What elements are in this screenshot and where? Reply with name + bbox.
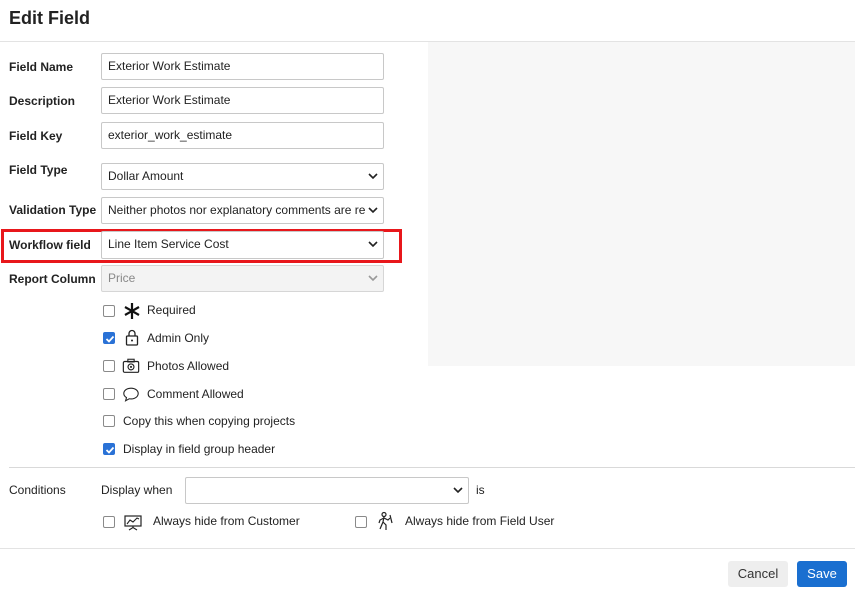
hide-customer-label: Always hide from Customer [153,514,300,528]
chevron-down-icon [368,275,378,282]
worker-icon [378,511,393,530]
display-in-header-label: Display in field group header [123,442,276,456]
report-column-select[interactable]: Price [101,265,384,292]
workflow-field-label: Workflow field [9,238,91,252]
field-type-label: Field Type [9,163,68,177]
workflow-field-value: Line Item Service Cost [108,237,229,251]
admin-only-checkbox[interactable] [103,332,115,344]
required-checkbox[interactable] [103,305,115,317]
section-divider [9,467,855,468]
presentation-icon [124,515,142,531]
field-type-select[interactable]: Dollar Amount [101,163,384,190]
is-label: is [476,483,485,497]
checkmark-icon [105,335,115,343]
conditions-label: Conditions [9,483,66,497]
chevron-down-icon [368,173,378,180]
chevron-down-icon [368,241,378,248]
dialog-title: Edit Field [9,8,90,28]
chevron-down-icon [368,207,378,214]
lock-icon [125,329,139,346]
footer-divider [0,548,855,549]
copy-when-copying-label: Copy this when copying projects [123,414,296,428]
comment-allowed-label: Comment Allowed [147,387,244,401]
field-key-input[interactable]: exterior_work_estimate [101,122,384,149]
description-label: Description [9,94,76,108]
hide-field-user-label: Always hide from Field User [405,514,555,528]
field-key-label: Field Key [9,129,63,143]
display-when-label: Display when [101,483,173,497]
photos-allowed-checkbox[interactable] [103,360,115,372]
report-column-label: Report Column [9,272,96,286]
camera-icon [122,358,140,373]
checkmark-icon [105,446,115,454]
chevron-down-icon [453,487,463,494]
asterisk-icon [124,303,140,319]
field-name-input[interactable]: Exterior Work Estimate [101,53,384,80]
required-label: Required [147,303,196,317]
comment-allowed-checkbox[interactable] [103,388,115,400]
display-in-header-checkbox[interactable] [103,443,115,455]
speech-bubble-icon [123,387,139,402]
dialog-header: Edit Field [0,0,855,42]
copy-when-copying-checkbox[interactable] [103,415,115,427]
field-name-label: Field Name [9,60,74,74]
photos-allowed-label: Photos Allowed [147,359,230,373]
report-column-value: Price [108,271,136,285]
hide-field-user-checkbox[interactable] [355,516,367,528]
workflow-field-select[interactable]: Line Item Service Cost [101,231,384,259]
save-button[interactable]: Save [797,561,847,587]
hide-customer-checkbox[interactable] [103,516,115,528]
display-when-select[interactable] [185,477,469,504]
admin-only-label: Admin Only [147,331,210,345]
field-type-value: Dollar Amount [108,169,184,183]
cancel-button[interactable]: Cancel [728,561,788,587]
preview-panel [428,42,855,366]
description-input[interactable]: Exterior Work Estimate [101,87,384,114]
validation-type-select[interactable]: Neither photos nor explanatory comments … [101,197,384,224]
validation-type-label: Validation Type [9,203,97,217]
validation-type-value: Neither photos nor explanatory comments … [108,203,366,217]
